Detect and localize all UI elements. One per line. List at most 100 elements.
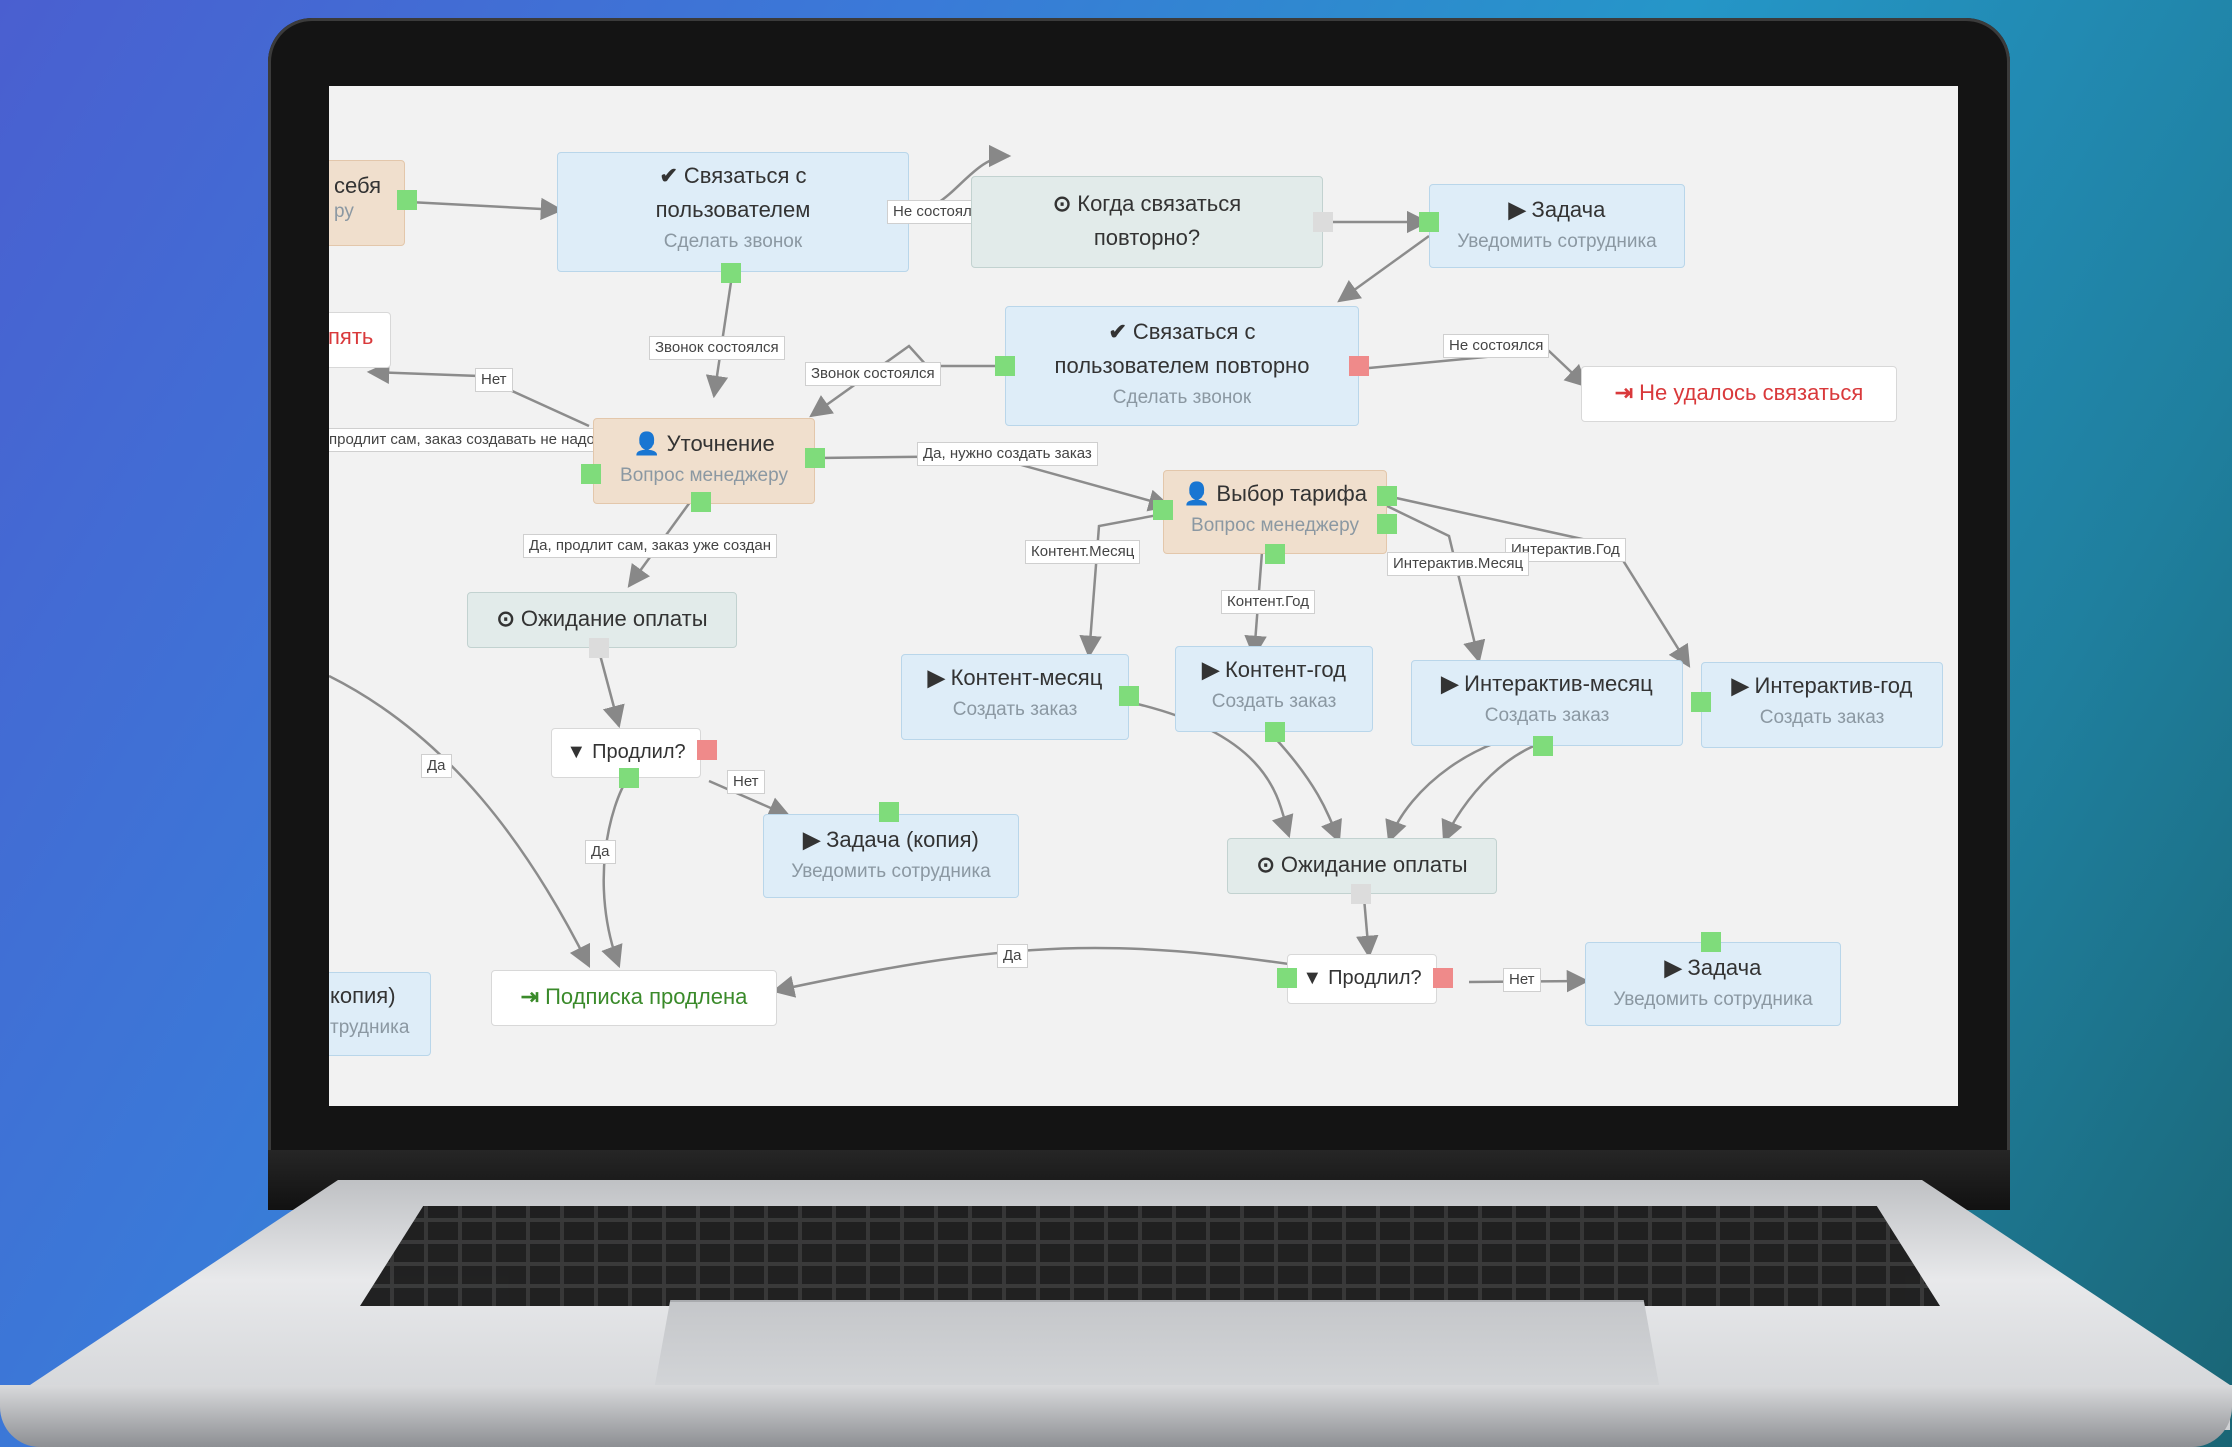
output-port-fail[interactable] (1433, 968, 1453, 988)
edge-label: Да (585, 840, 616, 864)
node-partial-sebya[interactable]: себя ру (329, 160, 405, 246)
node-choose-plan[interactable]: 👤 Выбор тарифа Вопрос менеджеру (1163, 470, 1387, 554)
user-icon: 👤 (1182, 481, 1211, 506)
edge-label: Не состоялся (1443, 334, 1550, 358)
node-interactive-year[interactable]: ▶ Интерактив-год Создать заказ (1701, 662, 1943, 748)
node-title: Контент-год (1224, 657, 1346, 682)
output-port[interactable] (1377, 514, 1397, 534)
node-title-line2: пользователем повторно (1054, 353, 1310, 378)
input-port[interactable] (1277, 968, 1297, 988)
output-port-fail[interactable] (1349, 356, 1369, 376)
node-sub: Сделать звонок (663, 231, 803, 252)
edge-label: Нет (1503, 968, 1541, 992)
node-sub: трудника (330, 1017, 410, 1038)
workflow-canvas[interactable]: себя ру ✔ Связаться с пользователем Сдела… (329, 86, 1958, 1106)
output-port[interactable] (1119, 686, 1139, 706)
node-title: Продлил? (592, 741, 686, 763)
exit-icon: ⇥ (520, 984, 540, 1009)
edge-label: Нет (727, 770, 765, 794)
node-title: Интерактив-год (1754, 673, 1913, 698)
output-port[interactable] (1265, 722, 1285, 742)
edge-label: Да, нужно создать заказ (917, 442, 1098, 466)
clock-icon: ⊙ (496, 606, 515, 631)
output-port[interactable] (619, 768, 639, 788)
laptop-base-edge (0, 1385, 2232, 1447)
input-port[interactable] (879, 802, 899, 822)
play-icon: ▶ (1664, 955, 1682, 980)
output-port[interactable] (1533, 736, 1553, 756)
edge-label: Звонок состоялся (805, 362, 941, 386)
edge (408, 197, 564, 221)
output-port[interactable] (589, 638, 609, 658)
node-partial-copy[interactable]: копия) трудника (329, 972, 431, 1056)
node-title: Задача (копия) (826, 827, 979, 852)
node-title: Ожидание оплаты (1280, 852, 1468, 877)
node-when-call-again[interactable]: ⊙ Когда связаться повторно? (971, 176, 1323, 268)
node-line: себя (334, 173, 382, 198)
output-port[interactable] (1313, 212, 1333, 232)
edge (1337, 234, 1430, 303)
node-title: пять (329, 324, 374, 349)
filter-icon: ▼ (566, 741, 587, 763)
edge (601, 775, 631, 969)
node-content-year[interactable]: ▶ Контент-год Создать заказ (1175, 646, 1373, 732)
node-title: Не удалось связаться (1639, 380, 1864, 405)
play-icon: ▶ (927, 665, 945, 690)
edge-label: Контент.Месяц (1025, 540, 1141, 564)
edge (1386, 494, 1691, 668)
input-port[interactable] (1153, 500, 1173, 520)
output-port[interactable] (397, 190, 417, 210)
node-title: Задача (1531, 197, 1606, 222)
input-port[interactable] (1701, 932, 1721, 952)
play-icon: ▶ (1202, 657, 1219, 682)
play-icon: ▶ (1731, 673, 1749, 698)
clock-icon: ⊙ (1256, 852, 1275, 877)
node-sub: Сделать звонок (1112, 387, 1252, 408)
node-title: Подписка продлена (545, 984, 748, 1009)
output-port[interactable] (1377, 486, 1397, 506)
node-sub: Создать заказ (1484, 705, 1610, 726)
node-failed-contact[interactable]: ⇥ Не удалось связаться (1581, 366, 1897, 422)
edge-label: Да, продлит сам, заказ уже создан (523, 534, 778, 558)
node-sub: Уведомить сотрудника (1613, 989, 1813, 1010)
node-sub: Создать заказ (1759, 707, 1885, 728)
node-sub: Уведомить сотрудника (791, 861, 991, 882)
node-call-user-again[interactable]: ✔ Связаться с пользователем повторно Сдел… (1005, 306, 1359, 426)
node-interactive-month[interactable]: ▶ Интерактив-месяц Создать заказ (1411, 660, 1683, 746)
node-title: Задача (1687, 955, 1762, 980)
input-port[interactable] (995, 356, 1015, 376)
node-content-month[interactable]: ▶ Контент-месяц Создать заказ (901, 654, 1129, 740)
node-title-line2: пользователем (655, 197, 811, 222)
play-icon: ▶ (1508, 197, 1526, 222)
node-task-notify[interactable]: ▶ Задача Уведомить сотрудника (1429, 184, 1685, 268)
output-port[interactable] (691, 492, 711, 512)
node-title: Интерактив-месяц (1464, 671, 1653, 696)
play-icon: ▶ (1441, 671, 1459, 696)
input-port[interactable] (1419, 212, 1439, 232)
edge (1385, 730, 1545, 844)
node-title: Контент-месяц (950, 665, 1103, 690)
node-call-user[interactable]: ✔ Связаться с пользователем Сделать звоно… (557, 152, 909, 272)
output-port[interactable] (1265, 544, 1285, 564)
exit-icon: ⇥ (1614, 380, 1634, 405)
edge (329, 674, 591, 969)
output-port[interactable] (721, 263, 741, 283)
node-subscription-renewed[interactable]: ⇥ Подписка продлена (491, 970, 777, 1026)
node-title: Уточнение (666, 431, 775, 456)
output-port[interactable] (805, 448, 825, 468)
output-port[interactable] (581, 464, 601, 484)
check-icon: ✔ (1108, 319, 1127, 344)
node-title: Ожидание оплаты (520, 606, 708, 631)
node-title-line2: повторно? (1093, 225, 1201, 250)
check-icon: ✔ (659, 163, 678, 188)
output-port[interactable] (1691, 692, 1711, 712)
edge-label: Звонок состоялся (649, 336, 785, 360)
edge-label: Контент.Год (1221, 590, 1315, 614)
node-partial-pyat[interactable]: пять (329, 312, 391, 368)
output-port[interactable] (1351, 884, 1371, 904)
node-task-notify-2[interactable]: ▶ Задача Уведомить сотрудника (1585, 942, 1841, 1026)
edge (597, 650, 625, 729)
output-port-fail[interactable] (697, 740, 717, 760)
node-task-copy[interactable]: ▶ Задача (копия) Уведомить сотрудника (763, 814, 1019, 898)
node-renewed-check-2[interactable]: ▼ Продлил? (1287, 954, 1437, 1004)
